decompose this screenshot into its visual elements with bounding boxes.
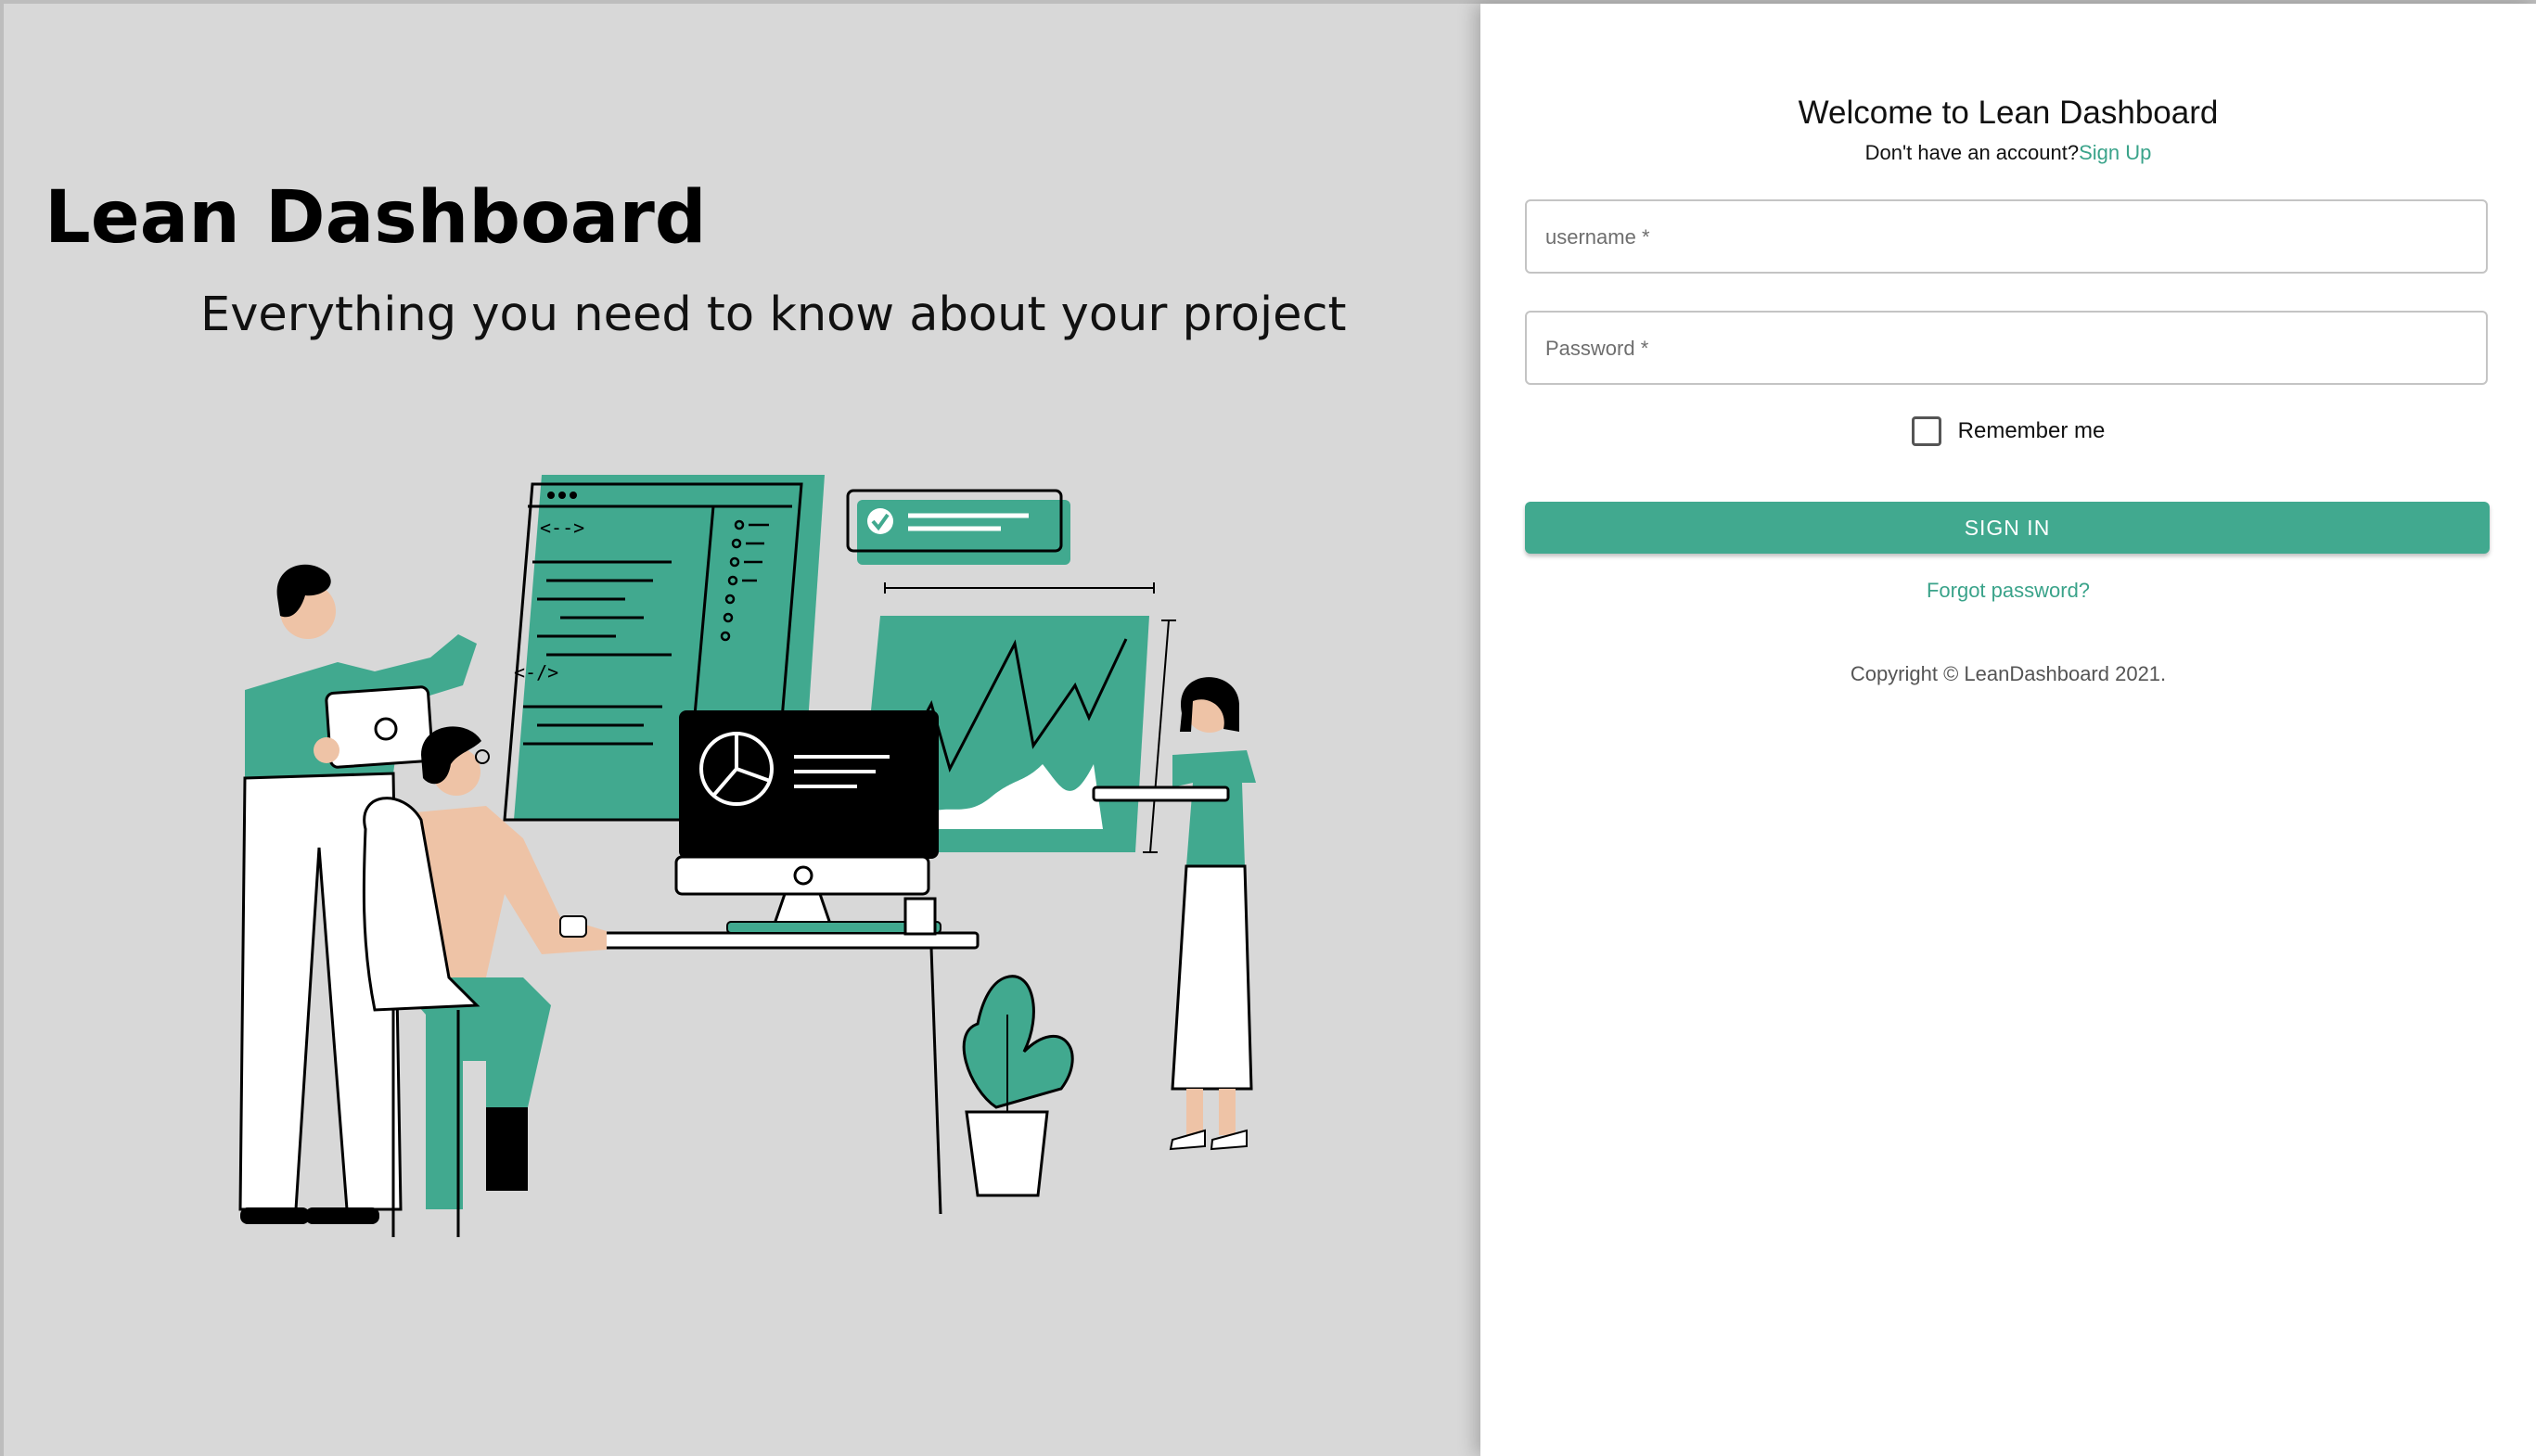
password-field[interactable]	[1525, 311, 2488, 385]
forgot-password-link[interactable]: Forgot password?	[1480, 579, 2536, 603]
login-title: Welcome to Lean Dashboard	[1798, 95, 2219, 131]
username-field[interactable]	[1525, 199, 2488, 274]
svg-text:<-->: <-->	[540, 517, 584, 539]
brand-panel: Lean Dashboard Everything you need to kn…	[4, 4, 1480, 1456]
potted-plant	[962, 975, 1074, 1197]
remember-me-label[interactable]: Remember me	[1958, 418, 2106, 444]
notification-card	[846, 489, 1070, 565]
password-input[interactable]	[1543, 313, 2475, 385]
copyright-text: Copyright © LeanDashboard 2021.	[1850, 662, 2167, 685]
sign-in-button[interactable]: SIGN IN	[1525, 502, 2490, 554]
username-input[interactable]	[1543, 201, 2475, 274]
signup-prompt: Don't have an account?	[1864, 141, 2080, 164]
remember-me-row[interactable]: Remember me	[1480, 416, 2536, 446]
remember-me-checkbox[interactable]	[1911, 416, 1941, 446]
brand-subtitle: Everything you need to know about your p…	[200, 287, 1347, 342]
signup-prompt-line: Don't have an account?Sign Up	[1480, 141, 2536, 165]
team-illustration: <--> <-/>	[238, 475, 1256, 1237]
signup-link[interactable]: Sign Up	[2079, 141, 2151, 164]
svg-text:<-/>: <-/>	[514, 661, 558, 683]
login-panel: Welcome to Lean Dashboard Don't have an …	[1480, 4, 2536, 1456]
brand-title: Lean Dashboard	[45, 176, 707, 260]
